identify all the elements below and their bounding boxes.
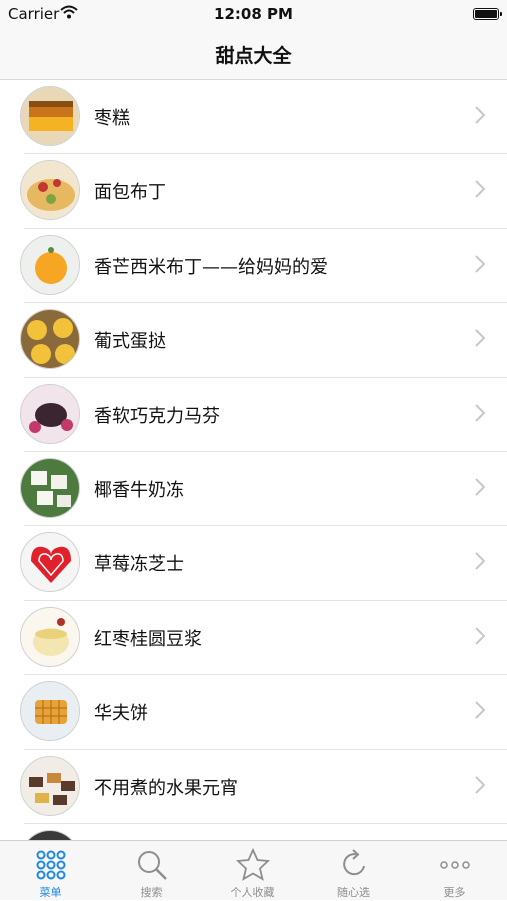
list-item[interactable]: 草莓冻芝士 <box>20 526 507 601</box>
jujube-soymilk-image <box>20 606 80 667</box>
list-item[interactable]: 红枣桂圆豆浆 <box>20 601 507 676</box>
recipe-name: 草莓冻芝士 <box>94 554 184 576</box>
chocolate-muffin-image <box>20 383 80 444</box>
egg-tart-image <box>20 309 80 370</box>
more-icon <box>437 848 473 882</box>
recipe-name: 面包布丁 <box>94 182 166 204</box>
tab-label: 更多 <box>443 886 466 899</box>
chevron-right-icon <box>475 701 486 723</box>
list-item[interactable] <box>20 824 507 840</box>
tab-menu[interactable]: 菜单 <box>0 841 101 901</box>
chevron-right-icon <box>475 255 486 277</box>
recipe-name: 香芒西米布丁——给妈妈的爱 <box>94 256 328 278</box>
fruit-yuanxiao-image <box>20 755 80 816</box>
chevron-right-icon <box>475 552 486 574</box>
list-item[interactable]: 椰香牛奶冻 <box>20 452 507 527</box>
refresh-icon <box>336 848 372 882</box>
chevron-right-icon <box>475 180 486 202</box>
tab-label: 搜索 <box>140 886 163 899</box>
list-item[interactable]: 华夫饼 <box>20 675 507 750</box>
list-item[interactable]: 香软巧克力马芬 <box>20 378 507 452</box>
list-item[interactable]: 葡式蛋挞 <box>20 303 507 378</box>
strawberry-cheesecake-image <box>20 532 80 593</box>
star-icon <box>235 847 271 882</box>
waffle-image <box>20 681 80 742</box>
chevron-right-icon <box>475 478 486 500</box>
clock-time: 12:08 PM <box>214 5 293 23</box>
tab-label: 菜单 <box>39 886 62 899</box>
tab-label: 个人收藏 <box>230 886 275 899</box>
recipe-name: 不用煮的水果元宵 <box>94 777 238 799</box>
coconut-milk-jelly-image <box>20 457 80 518</box>
chevron-right-icon <box>475 627 486 649</box>
chevron-right-icon <box>475 329 486 351</box>
navigation-bar: 甜点大全 <box>0 28 507 80</box>
page-title: 甜点大全 <box>215 45 292 67</box>
jujube-cake-image <box>20 86 80 146</box>
tab-search[interactable]: 搜索 <box>101 841 202 901</box>
partial-item-image <box>20 829 80 840</box>
bread-pudding-image <box>20 160 80 221</box>
recipe-name: 华夫饼 <box>94 703 148 725</box>
grid-icon <box>33 848 69 882</box>
recipe-name: 椰香牛奶冻 <box>94 479 184 501</box>
chevron-right-icon <box>475 775 486 798</box>
status-bar: Carrier 12:08 PM <box>0 0 507 28</box>
recipe-name: 葡式蛋挞 <box>94 331 166 353</box>
tab-favorites[interactable]: 个人收藏 <box>202 841 303 901</box>
recipe-name: 红枣桂圆豆浆 <box>94 628 202 650</box>
recipe-list[interactable]: 枣糕 面包布丁 香芒西米布丁——给妈妈的爱 葡式蛋挞 香软巧克力马芬 椰香牛奶冻… <box>0 80 507 840</box>
tab-random-pick[interactable]: 随心选 <box>303 841 404 901</box>
recipe-name: 枣糕 <box>94 108 130 129</box>
tab-bar: 菜单 搜索 个人收藏 随心选 更多 <box>0 840 507 900</box>
tab-label: 随心选 <box>337 886 370 899</box>
list-item[interactable]: 不用煮的水果元宵 <box>20 750 507 824</box>
list-item[interactable]: 香芒西米布丁——给妈妈的爱 <box>20 229 507 304</box>
mango-sago-pudding-image <box>20 234 80 295</box>
battery-icon <box>473 8 502 20</box>
list-item[interactable]: 面包布丁 <box>20 154 507 229</box>
chevron-right-icon <box>475 106 486 128</box>
list-item[interactable]: 枣糕 <box>20 80 507 155</box>
recipe-name: 香软巧克力马芬 <box>94 405 220 427</box>
search-icon <box>134 848 170 882</box>
tab-more[interactable]: 更多 <box>404 841 505 901</box>
chevron-right-icon <box>475 403 486 426</box>
